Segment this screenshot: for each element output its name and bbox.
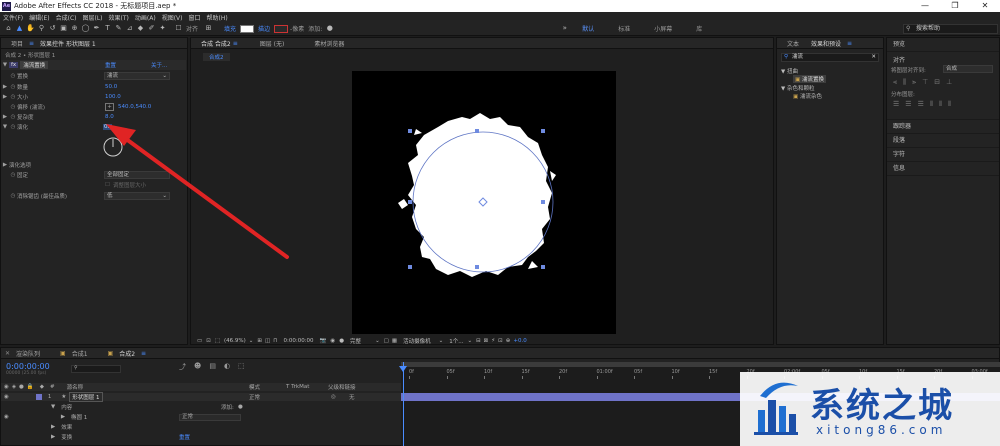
watermark-brand: 系统之城: [810, 386, 954, 426]
watermark-badge: 系统之城 xitong86.com: [740, 372, 1000, 446]
watermark-url: xitong86.com: [816, 423, 947, 437]
city-logo-icon: [754, 382, 798, 435]
